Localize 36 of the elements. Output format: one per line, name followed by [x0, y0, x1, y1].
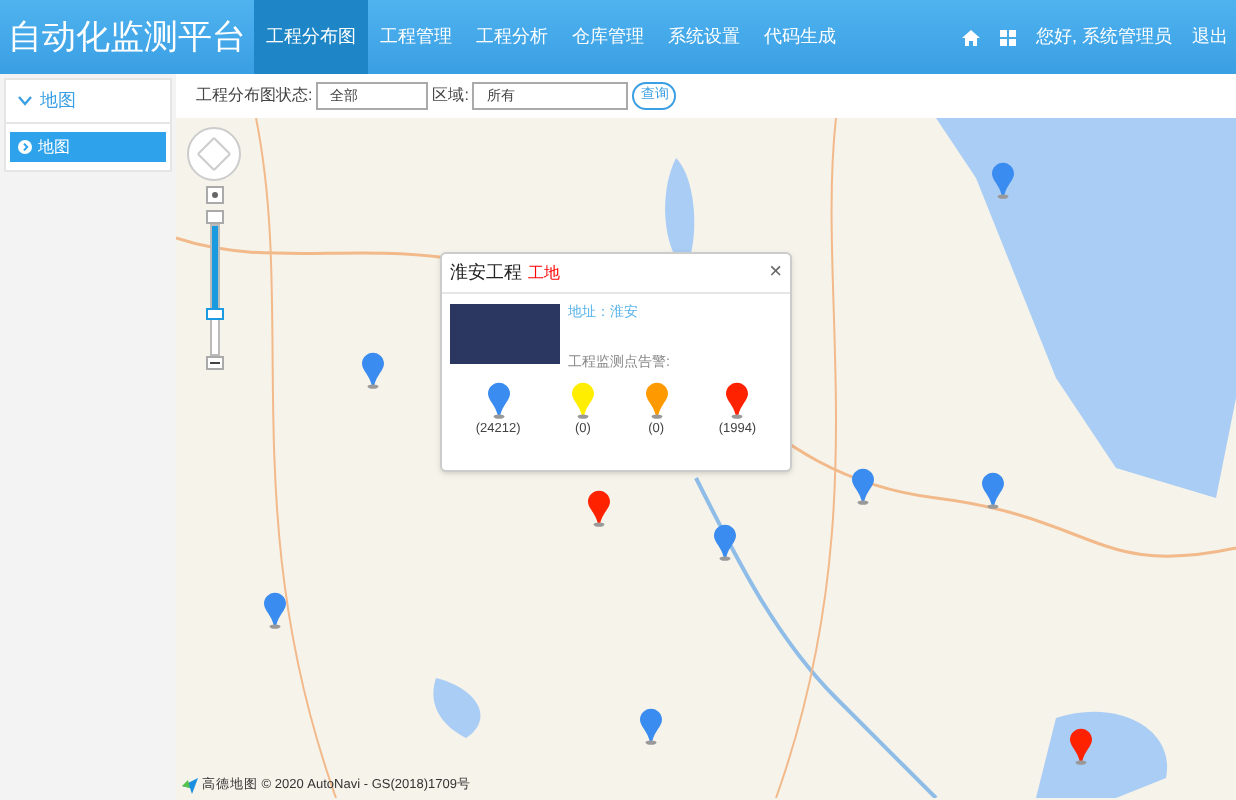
map-pin-icon[interactable]	[639, 707, 662, 746]
popup-title: 淮安工程	[450, 259, 522, 286]
sidebar-section[interactable]: 地图	[6, 80, 170, 124]
nav-tab[interactable]: 工程分布图	[254, 0, 368, 74]
nav-tab[interactable]: 仓库管理	[560, 0, 656, 74]
chevron-icon	[18, 96, 32, 106]
popup-tag: 工地	[528, 261, 560, 285]
app-title: 自动化监测平台	[6, 16, 248, 60]
nav-tab[interactable]: 工程管理	[368, 0, 464, 74]
nav-tab[interactable]: 工程分析	[464, 0, 560, 74]
user-greeting[interactable]: 您好, 系统管理员	[1035, 23, 1172, 51]
photo-placeholder	[450, 304, 560, 364]
zoom-slider[interactable]	[209, 224, 219, 356]
grid-icon[interactable]	[999, 29, 1016, 45]
status-label: 工程分布图状态:	[196, 84, 313, 108]
map-pin-icon[interactable]	[1070, 727, 1093, 766]
map-pin-icon[interactable]	[982, 472, 1005, 511]
zoom-in-button[interactable]	[205, 210, 223, 224]
area-label: 区域:	[432, 84, 469, 108]
map-pin-icon[interactable]	[264, 591, 287, 630]
map-pin-icon[interactable]	[362, 352, 385, 391]
zoom-thumb[interactable]	[205, 307, 223, 320]
arrow-circle-icon	[18, 140, 32, 154]
map-pin-icon[interactable]	[851, 468, 874, 507]
close-button[interactable]: ×	[769, 256, 782, 290]
map-logo-icon	[182, 778, 198, 795]
zoom-out-button[interactable]	[205, 356, 223, 370]
home-icon[interactable]	[961, 29, 980, 45]
map-pin-icon[interactable]	[714, 523, 736, 562]
nav-tab[interactable]: 系统设置	[656, 0, 752, 74]
logout-link[interactable]: 退出	[1192, 23, 1228, 51]
map-pin-icon[interactable]	[587, 489, 610, 528]
locate-button[interactable]	[205, 186, 223, 204]
sidebar-item[interactable]: 地图	[10, 132, 166, 162]
map-pin-icon[interactable]	[992, 161, 1015, 200]
nav-tab[interactable]: 代码生成	[752, 0, 848, 74]
